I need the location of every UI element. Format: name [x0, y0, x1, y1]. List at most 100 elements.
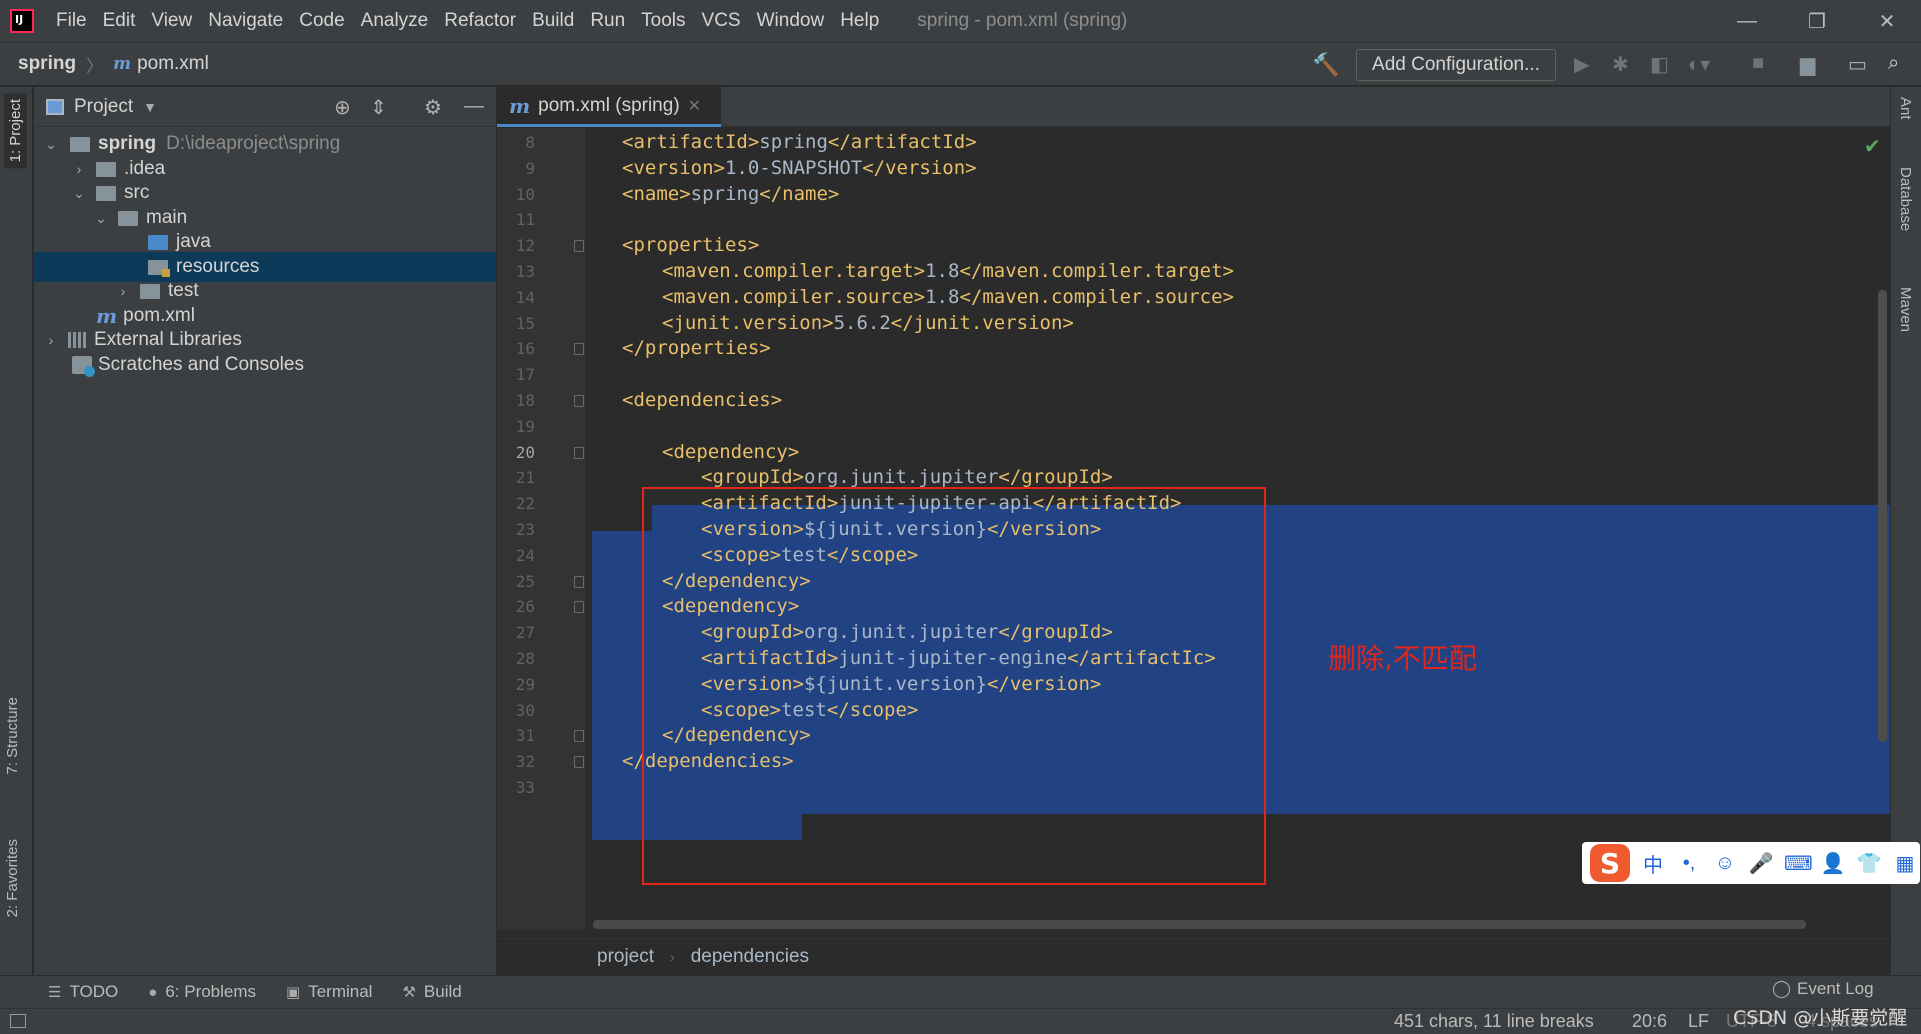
xml-text: spring [690, 182, 760, 205]
nav-crumb-file[interactable]: pom.xml [137, 53, 209, 75]
project-structure-icon[interactable]: ▆ [1800, 52, 1815, 77]
close-window-button[interactable]: ✕ [1852, 0, 1921, 42]
fold-marker-icon[interactable] [574, 730, 584, 743]
project-panel: Project ▼ ⊕ ⇕ ⚙ — ⌄ spring D:\ideaprojec… [34, 87, 496, 975]
line-number: 13 [515, 262, 535, 281]
gear-icon[interactable]: ⚙ [424, 95, 442, 120]
tool-tab-maven[interactable]: Maven [1897, 287, 1914, 332]
xml-text: 1.8 [925, 260, 960, 282]
tree-label-resources: resources [176, 256, 260, 277]
menu-refactor[interactable]: Refactor [436, 10, 524, 32]
xml-tag: </maven.compiler.target> [959, 260, 1234, 282]
tool-event-log[interactable]: ◯ Event Log [1772, 979, 1874, 999]
stop-icon[interactable]: ■ [1752, 52, 1764, 75]
nav-crumb-project[interactable]: spring [18, 53, 76, 75]
vertical-scrollbar[interactable] [1878, 290, 1887, 742]
tool-problems[interactable]: ● 6: Problems [148, 982, 256, 1002]
ime-keyboard-icon[interactable]: ⌨ [1784, 851, 1813, 876]
ime-mic-icon[interactable]: 🎤 [1748, 851, 1774, 876]
xml-tag: </name> [759, 182, 840, 205]
menu-navigate[interactable]: Navigate [200, 10, 291, 32]
tool-tab-structure[interactable]: 7: Structure [4, 697, 21, 775]
ime-emoji-icon[interactable]: ☺ [1712, 852, 1738, 875]
tree-label-spring: spring [98, 133, 157, 154]
chevron-down-icon[interactable]: ⌄ [72, 185, 86, 202]
coverage-icon[interactable]: ◧ [1650, 52, 1669, 77]
profile-icon[interactable]: ◐▾ [1688, 52, 1710, 77]
menu-view[interactable]: View [143, 10, 200, 32]
tool-tab-favorites[interactable]: 2: Favorites [4, 839, 21, 917]
add-configuration-button[interactable]: Add Configuration... [1356, 49, 1556, 81]
build-hammer-icon[interactable]: 🔨 [1312, 52, 1339, 78]
xml-text: junit-jupiter-engine [838, 647, 1068, 669]
intellij-logo-icon: IJ [10, 9, 34, 33]
fold-marker-icon[interactable] [574, 343, 584, 356]
tool-tab-project[interactable]: 1: Project [4, 93, 27, 169]
toggle-tool-windows-icon[interactable] [10, 1014, 26, 1028]
menu-vcs[interactable]: VCS [694, 10, 749, 32]
project-view-selector[interactable]: Project [74, 96, 133, 118]
tool-tab-database[interactable]: Database [1897, 167, 1914, 231]
ime-punct-button[interactable]: •, [1676, 852, 1702, 875]
menu-edit[interactable]: Edit [95, 10, 144, 32]
sogou-logo-icon[interactable]: S [1590, 844, 1630, 882]
chevron-down-icon[interactable]: ⌄ [94, 210, 108, 227]
tool-todo[interactable]: ☰ TODO [48, 982, 118, 1002]
fold-marker-icon[interactable] [574, 601, 584, 614]
xml-tag: </dependency> [662, 724, 811, 747]
locate-icon[interactable]: ⊕ [334, 95, 351, 120]
line-number: 19 [515, 416, 535, 436]
horizontal-scrollbar[interactable] [593, 920, 1806, 929]
chevron-right-icon[interactable]: › [44, 332, 58, 348]
run-icon[interactable]: ▶ [1574, 52, 1589, 77]
minimize-button[interactable]: — [1712, 0, 1782, 42]
status-line-separator[interactable]: LF [1688, 1011, 1709, 1032]
restore-button[interactable]: ❐ [1782, 0, 1852, 42]
folder-icon [140, 283, 160, 299]
menu-window[interactable]: Window [749, 10, 833, 32]
code-line: <maven.compiler.source>1.8</maven.compil… [662, 286, 1234, 308]
crumb-separator-icon: › [670, 949, 675, 965]
menu-run[interactable]: Run [582, 10, 633, 32]
breadcrumb-dependencies[interactable]: dependencies [691, 946, 809, 968]
close-icon[interactable]: ✕ [688, 96, 701, 116]
fold-marker-icon[interactable] [574, 756, 584, 769]
menu-help[interactable]: Help [832, 10, 887, 32]
ime-user-icon[interactable]: 👤 [1820, 851, 1846, 876]
folder-icon [96, 161, 116, 177]
code-editor[interactable]: 8 9 10 11 12 13 14 15 16 17 18 19 20 21 22 23 24 25 26 27 28… [497, 128, 1890, 930]
tool-build[interactable]: ⚒ Build [402, 982, 461, 1002]
editor-tab-pom[interactable]: m pom.xml (spring) ✕ [497, 87, 721, 127]
menu-analyze[interactable]: Analyze [353, 10, 437, 32]
menu-file[interactable]: File [48, 10, 95, 32]
ime-menu-icon[interactable]: ▦ [1892, 851, 1918, 876]
search-icon[interactable]: ⌕ [1888, 52, 1899, 75]
ime-skin-icon[interactable]: 👕 [1856, 851, 1882, 876]
line-number: 15 [515, 313, 535, 333]
tool-tab-ant[interactable]: Ant [1897, 97, 1914, 120]
hide-panel-icon[interactable]: — [464, 95, 484, 118]
menu-tools[interactable]: Tools [633, 10, 693, 32]
tree-label-test: test [168, 280, 199, 301]
chevron-down-icon[interactable]: ⌄ [44, 136, 58, 153]
ime-lang-button[interactable]: 中 [1640, 849, 1666, 878]
fold-marker-icon[interactable] [574, 240, 584, 253]
fold-marker-icon[interactable] [574, 575, 584, 588]
xml-tag: </junit.version> [890, 311, 1074, 334]
breadcrumb-project[interactable]: project [597, 946, 654, 968]
chevron-down-icon[interactable]: ▼ [143, 99, 157, 115]
fold-marker-icon[interactable] [574, 395, 584, 407]
fold-marker-icon[interactable] [574, 446, 584, 459]
xml-tag: <artifactId> [622, 131, 760, 153]
tool-terminal[interactable]: ▣ Terminal [286, 982, 372, 1002]
xml-tag: <dependency> [662, 595, 800, 618]
collapse-all-icon[interactable]: ⇕ [370, 95, 387, 120]
chevron-right-icon[interactable]: › [116, 283, 130, 299]
menu-code[interactable]: Code [291, 10, 352, 32]
status-caret-position[interactable]: 20:6 [1632, 1011, 1667, 1032]
menu-build[interactable]: Build [524, 10, 582, 32]
debug-icon[interactable]: ✱ [1612, 52, 1629, 77]
tree-item-scratches[interactable]: Scratches and Consoles [34, 350, 496, 380]
terminal-toolbar-icon[interactable]: ▭ [1848, 52, 1867, 77]
chevron-right-icon[interactable]: › [72, 161, 86, 177]
